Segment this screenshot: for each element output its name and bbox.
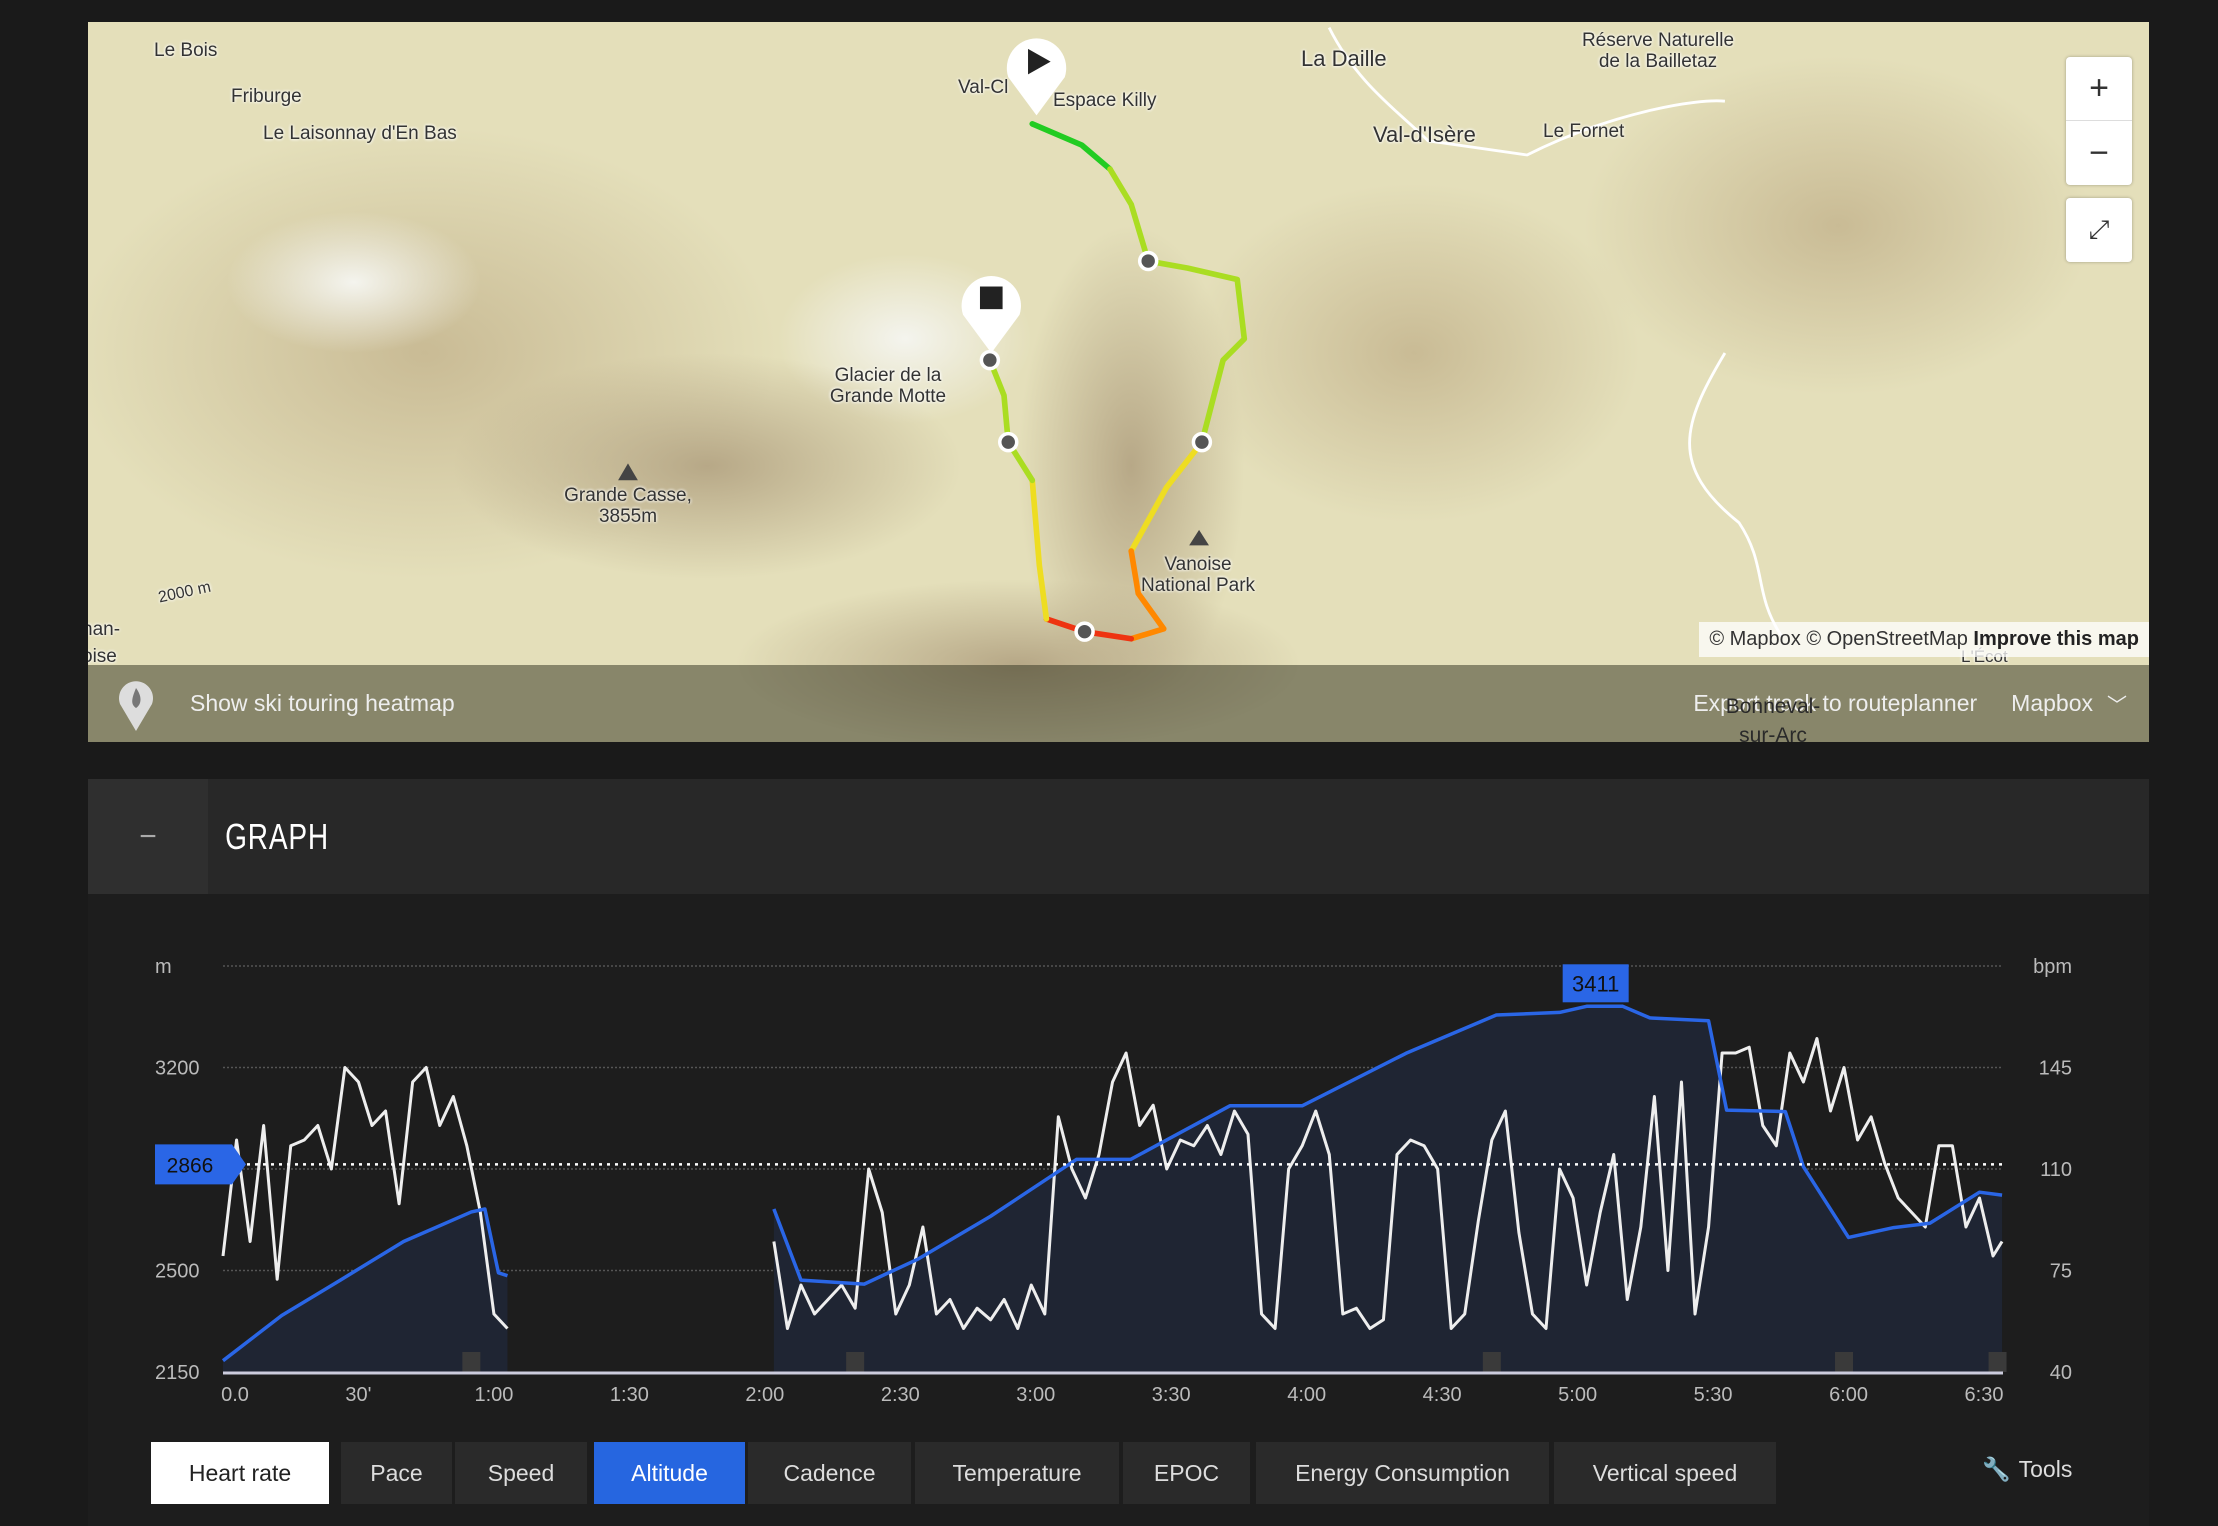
- right-tick-label: 110: [2040, 1159, 2072, 1181]
- lap-marker: [1482, 1352, 1501, 1372]
- right-unit-label: bpm: [2033, 956, 2072, 978]
- tools-button[interactable]: 🔧 Tools: [1982, 1456, 2072, 1483]
- left-unit-label: m: [155, 956, 172, 978]
- current-value-label: 2866: [167, 1154, 214, 1177]
- left-tick-label: 2500: [155, 1261, 200, 1283]
- x-tick-label: 6:30: [1965, 1384, 2004, 1406]
- wrench-icon: 🔧: [1982, 1456, 2011, 1482]
- lap-marker: [1988, 1352, 2007, 1372]
- tab-altitude[interactable]: Altitude: [594, 1442, 745, 1504]
- x-tick-label: 1:00: [474, 1384, 513, 1406]
- right-tick-label: 145: [2039, 1058, 2072, 1080]
- altitude-area: [223, 1209, 508, 1372]
- left-tick-label: 3200: [155, 1058, 200, 1080]
- tab-cadence[interactable]: Cadence: [748, 1442, 911, 1504]
- altitude-heart-rate-chart[interactable]: 2866 3411 m bpm 2150 2500 3200 40 75 110 145 0.0 30'…: [0, 0, 2218, 1440]
- tab-temperature[interactable]: Temperature: [915, 1442, 1119, 1504]
- right-tick-label: 40: [2050, 1362, 2072, 1384]
- lap-marker: [1835, 1352, 1854, 1372]
- tab-heart-rate[interactable]: Heart rate: [151, 1442, 329, 1504]
- x-tick-label: 30': [345, 1384, 371, 1406]
- left-tick-label: 2150: [155, 1362, 200, 1384]
- x-tick-label: 2:30: [881, 1384, 920, 1406]
- x-tick-label: 3:00: [1016, 1384, 1055, 1406]
- x-tick-label: 3:30: [1152, 1384, 1191, 1406]
- x-tick-label: 1:30: [610, 1384, 649, 1406]
- max-value-label: 3411: [1572, 971, 1619, 996]
- tab-energy-consumption[interactable]: Energy Consumption: [1256, 1442, 1549, 1504]
- tools-label: Tools: [2018, 1456, 2073, 1482]
- x-tick-label: 0.0: [221, 1384, 249, 1406]
- x-tick-label: 6:00: [1829, 1384, 1868, 1406]
- tab-vertical-speed[interactable]: Vertical speed: [1554, 1442, 1776, 1504]
- x-tick-label: 4:00: [1287, 1384, 1326, 1406]
- tab-speed[interactable]: Speed: [455, 1442, 587, 1504]
- x-tick-label: 5:00: [1558, 1384, 1597, 1406]
- x-tick-label: 4:30: [1423, 1384, 1462, 1406]
- x-tick-label: 2:00: [745, 1384, 784, 1406]
- map-label: Bonneval-sur-Arc: [1725, 695, 1821, 742]
- tab-epoc[interactable]: EPOC: [1123, 1442, 1250, 1504]
- tab-pace[interactable]: Pace: [341, 1442, 452, 1504]
- right-tick-label: 75: [2050, 1261, 2072, 1283]
- x-tick-label: 5:30: [1694, 1384, 1733, 1406]
- lap-marker: [462, 1352, 481, 1372]
- lap-marker: [846, 1352, 865, 1372]
